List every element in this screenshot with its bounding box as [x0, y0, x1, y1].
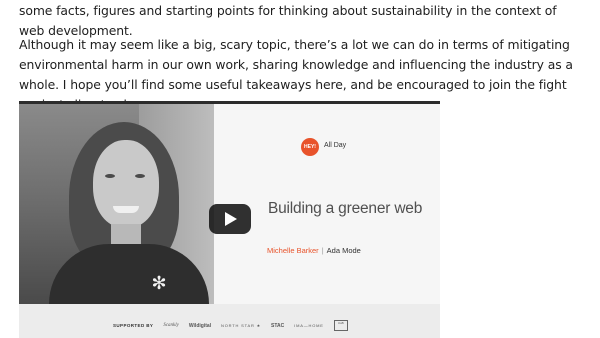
video-slide: HEY! All Day Building a greener web Mich… [214, 104, 440, 304]
speaker-separator: | [321, 246, 324, 255]
sponsor-label: SUPPORTED BY [113, 323, 154, 328]
sponsor-logo: Scankly [163, 323, 179, 328]
event-badge: HEY! [301, 138, 319, 156]
event-name: All Day [324, 142, 347, 149]
play-icon [225, 212, 237, 226]
sponsor-logo: Wildigital [188, 322, 212, 329]
speaker-name: Michelle Barker [267, 246, 319, 255]
earring-icon: ✻ [151, 273, 167, 294]
speaker-credit: Michelle Barker | Ada Mode [267, 246, 361, 255]
play-button[interactable] [209, 204, 251, 234]
sponsor-logo: STAC [270, 322, 285, 329]
speaker-company: Ada Mode [326, 246, 361, 255]
sponsor-logo: IMA—HOME [294, 323, 324, 328]
sponsor-logo: NORTH STAR ★ [221, 323, 261, 328]
video-embed[interactable]: ✻ HEY! All Day Building a greener web Mi… [19, 101, 440, 338]
talk-title: Building a greener web [268, 200, 423, 217]
speaker-photo: ✻ [19, 104, 214, 304]
sponsor-bar: SUPPORTED BY Scankly Wildigital NORTH ST… [19, 304, 440, 338]
sponsor-logo: UoB [333, 320, 348, 331]
sponsor-row: SUPPORTED BY Scankly Wildigital NORTH ST… [113, 320, 348, 331]
